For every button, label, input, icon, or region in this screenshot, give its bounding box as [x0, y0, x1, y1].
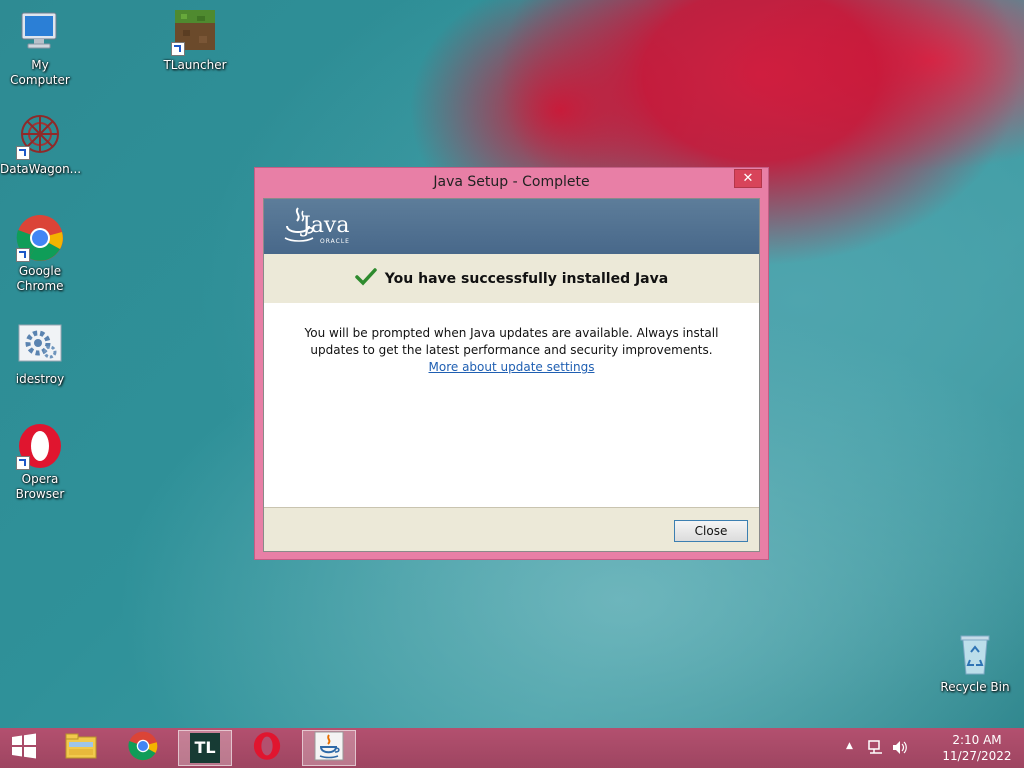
opera-icon	[16, 422, 64, 470]
taskbar-opera[interactable]	[240, 730, 294, 766]
dialog-footer: Close	[264, 507, 759, 551]
start-button[interactable]	[0, 730, 48, 766]
taskbar: TL ▲ 2:10 AM 11/27/2022	[0, 728, 1024, 768]
desktop-icon-label: Opera Browser	[15, 472, 65, 501]
show-hidden-icons-icon[interactable]: ▲	[846, 741, 853, 751]
desktop-icon-my-computer[interactable]: My Computer	[0, 8, 80, 88]
close-button[interactable]: Close	[674, 520, 748, 542]
volume-icon[interactable]	[892, 740, 908, 758]
success-message: You have successfully installed Java	[384, 270, 669, 287]
chrome-icon	[128, 731, 158, 765]
dialog-title: Java Setup - Complete	[433, 174, 590, 190]
clock[interactable]: 2:10 AM 11/27/2022	[942, 732, 1012, 764]
shortcut-arrow-icon	[16, 456, 30, 470]
java-setup-dialog: Java Setup - Complete ✕ Java ORACLE You …	[254, 167, 769, 560]
update-info-line: You will be prompted when Java updates a…	[304, 326, 719, 340]
desktop-icon-label: idestroy	[15, 372, 65, 386]
shortcut-arrow-icon	[16, 248, 30, 262]
update-info-text: You will be prompted when Java updates a…	[264, 325, 759, 376]
shortcut-arrow-icon	[16, 146, 30, 160]
desktop-icon-google-chrome[interactable]: Google Chrome	[0, 214, 80, 294]
taskbar-file-explorer[interactable]	[54, 730, 108, 766]
desktop-icon-label: My Computer	[10, 58, 70, 87]
desktop-icon-recycle-bin[interactable]: Recycle Bin	[935, 630, 1015, 695]
system-tray: ▲ 2:10 AM 11/27/2022	[844, 728, 1024, 768]
shortcut-arrow-icon	[171, 42, 185, 56]
desktop-icon-label: DataWagon...	[0, 162, 82, 176]
update-info-line: updates to get the latest performance an…	[310, 343, 713, 357]
java-wordmark: Java	[302, 213, 350, 238]
desktop-icon-opera-browser[interactable]: Opera Browser	[0, 422, 80, 502]
taskbar-chrome[interactable]	[116, 730, 170, 766]
computer-icon	[16, 8, 64, 56]
dialog-content: Java ORACLE You have successfully instal…	[263, 198, 760, 552]
clock-date: 11/27/2022	[942, 749, 1012, 763]
recycle-bin-icon	[951, 630, 999, 678]
windows-logo-icon	[11, 733, 37, 763]
network-icon[interactable]	[868, 740, 884, 758]
taskbar-tlauncher[interactable]: TL	[178, 730, 232, 766]
opera-icon	[252, 731, 282, 765]
tlauncher-icon	[171, 8, 219, 56]
desktop-icon-tlauncher[interactable]: TLauncher	[155, 8, 235, 73]
update-settings-link[interactable]: More about update settings	[429, 360, 595, 374]
java-cup-icon	[314, 731, 344, 765]
settings-gear-icon	[16, 322, 64, 370]
desktop-icon-label: Recycle Bin	[940, 680, 1010, 694]
datawagon-icon	[16, 112, 64, 160]
oracle-wordmark: ORACLE	[320, 238, 350, 245]
chrome-icon	[16, 214, 64, 262]
taskbar-java-setup[interactable]	[302, 730, 356, 766]
clock-time: 2:10 AM	[952, 733, 1002, 747]
tlauncher-icon: TL	[190, 733, 220, 763]
checkmark-icon	[355, 267, 377, 290]
desktop-icon-label: Google Chrome	[16, 264, 64, 293]
window-close-button[interactable]: ✕	[734, 169, 762, 188]
success-banner: You have successfully installed Java	[264, 254, 759, 303]
desktop-icon-idestroy[interactable]: idestroy	[0, 322, 80, 387]
desktop-icon-label: TLauncher	[163, 58, 227, 72]
close-icon: ✕	[742, 171, 754, 186]
folder-icon	[65, 732, 97, 764]
desktop-icon-datawagon[interactable]: DataWagon...	[0, 112, 82, 177]
java-banner: Java ORACLE	[264, 199, 759, 254]
